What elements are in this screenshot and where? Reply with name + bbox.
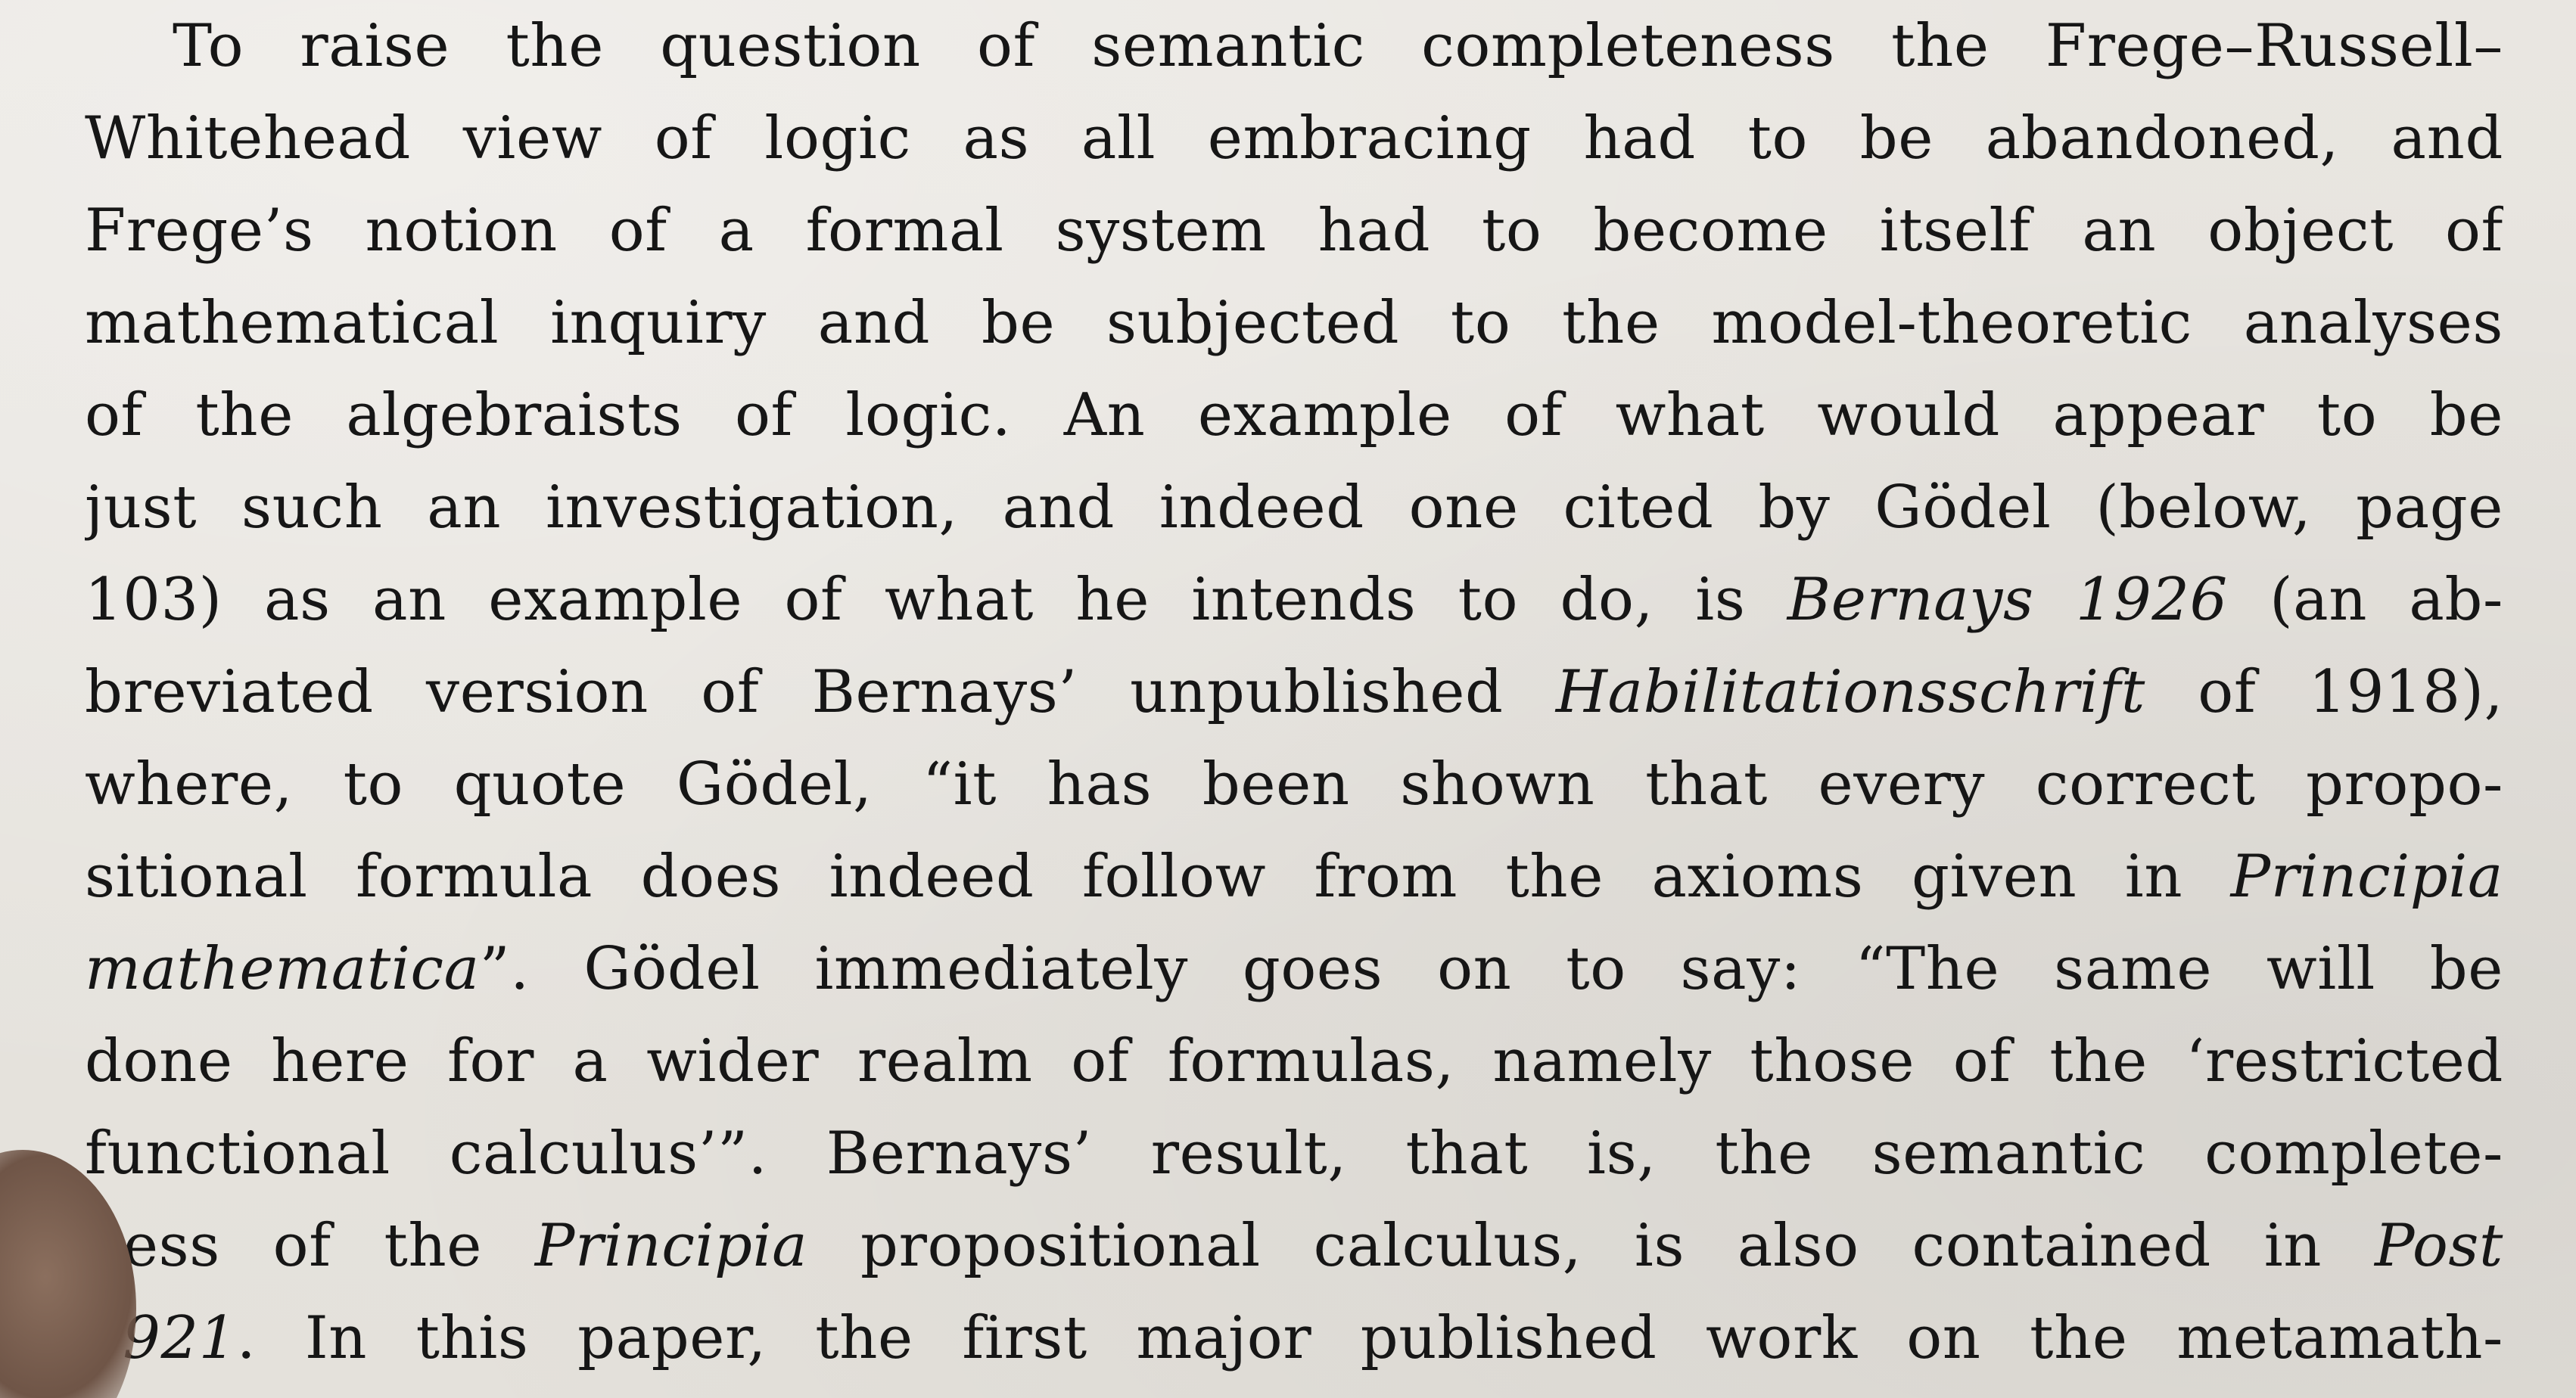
text-line: of the algebraists of logic. An example …	[85, 369, 2503, 461]
text-line: To raise the question of semantic comple…	[85, 0, 2503, 92]
text-segment: propositional calculus, is also containe…	[807, 1212, 2375, 1280]
paragraph: To raise the question of semantic comple…	[85, 0, 2503, 1384]
text-line: 1921. In this paper, the first major pub…	[85, 1292, 2503, 1384]
text-segment: mathematical inquiry and be subjected to…	[85, 289, 2503, 357]
text-segment: breviated version of Bernays’ unpublishe…	[85, 658, 1556, 726]
text-segment: just such an investigation, and indeed o…	[85, 474, 2503, 542]
text-line: 103) as an example of what he intends to…	[85, 554, 2503, 646]
text-segment: done here for a wider realm of formulas,…	[85, 1027, 2503, 1095]
text-line: ness of the Principia propositional calc…	[85, 1200, 2503, 1292]
text-segment: ness of the	[85, 1212, 535, 1280]
text-line: just such an investigation, and indeed o…	[85, 461, 2503, 554]
text-segment: where, to quote Gödel, “it has been show…	[85, 750, 2503, 819]
title-italic: Principia	[534, 1212, 808, 1280]
text-line: functional calculus’”. Bernays’ result, …	[85, 1108, 2503, 1200]
text-line: mathematical inquiry and be subjected to…	[85, 277, 2503, 369]
title-italic: mathematica	[85, 935, 480, 1003]
citation-italic: Bernays 1926	[1787, 566, 2228, 634]
text-line: where, to quote Gödel, “it has been show…	[85, 738, 2503, 831]
citation-italic: Post	[2374, 1212, 2503, 1280]
text-segment: of 1918),	[2145, 658, 2503, 726]
text-segment: 103) as an example of what he intends to…	[85, 566, 1787, 634]
book-page: To raise the question of semantic comple…	[0, 0, 2576, 1398]
text-segment: ”. Gödel immediately goes on to say: “Th…	[479, 935, 2503, 1003]
text-segment: sitional formula does indeed follow from…	[85, 843, 2231, 911]
text-line: sitional formula does indeed follow from…	[85, 831, 2503, 923]
text-segment: To raise the question of semantic comple…	[173, 12, 2503, 80]
text-line: Whitehead view of logic as all embracing…	[85, 92, 2503, 185]
text-segment: Frege’s notion of a formal system had to…	[85, 197, 2503, 265]
text-segment: functional calculus’”. Bernays’ result, …	[85, 1120, 2503, 1188]
text-segment: . In this paper, the first major publish…	[236, 1304, 2503, 1372]
text-line: Frege’s notion of a formal system had to…	[85, 185, 2503, 277]
text-segment: of the algebraists of logic. An example …	[85, 381, 2503, 449]
text-line: done here for a wider realm of formulas,…	[85, 1015, 2503, 1108]
title-italic: Habilitationsschrift	[1555, 658, 2145, 726]
text-line: breviated version of Bernays’ unpublishe…	[85, 646, 2503, 738]
text-line: mathematica”. Gödel immediately goes on …	[85, 923, 2503, 1015]
title-italic: Principia	[2230, 843, 2503, 911]
text-segment: (an ab-	[2227, 566, 2503, 634]
text-segment: Whitehead view of logic as all embracing…	[85, 104, 2503, 172]
